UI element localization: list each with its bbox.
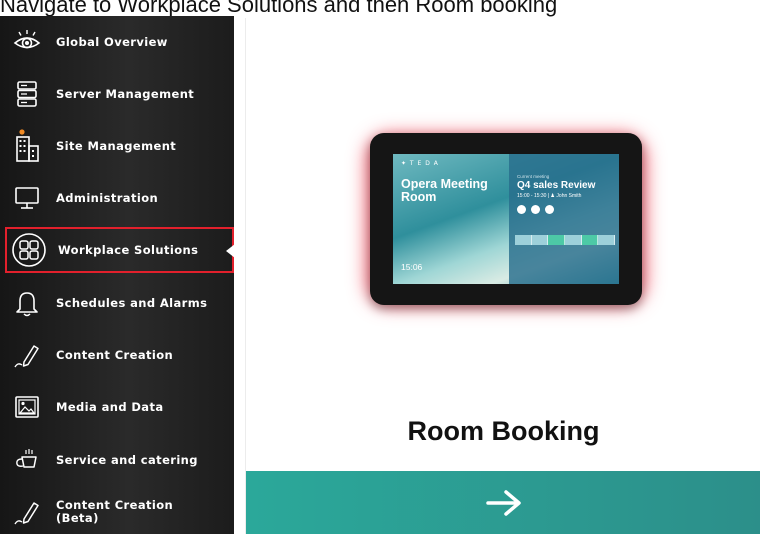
sidebar-item-service-and-catering[interactable]: Service and catering — [0, 437, 234, 483]
tablet-clock: 15:06 — [401, 262, 423, 272]
sidebar-item-content-creation-beta[interactable]: Content Creation (Beta) — [0, 489, 234, 534]
sidebar-item-label: Site Management — [56, 138, 177, 153]
bell-icon — [4, 280, 50, 326]
timeline-segment — [532, 235, 549, 245]
room-booking-tablet-image: ✦ T E D A Opera Meeting Room 15:06 Curre… — [366, 130, 646, 316]
sidebar-item-label: Administration — [56, 190, 159, 205]
sidebar-item-label: Server Management — [56, 86, 195, 101]
eye-icon — [4, 19, 50, 65]
sidebar-item-server-management[interactable]: Server Management — [0, 71, 234, 117]
monitor-icon — [4, 175, 50, 221]
tablet-brand: ✦ T E D A — [401, 160, 439, 167]
sidebar-item-administration[interactable]: Administration — [0, 175, 234, 221]
sidebar-item-label: Media and Data — [56, 399, 164, 414]
grid-icon — [6, 227, 52, 273]
tablet-event-label: Current meeting — [517, 174, 550, 179]
sidebar-item-label: Global Overview — [56, 34, 168, 49]
tablet-event-title: Q4 sales Review — [517, 180, 596, 191]
pen-icon — [4, 489, 50, 534]
tablet-frame: ✦ T E D A Opera Meeting Room 15:06 Curre… — [370, 133, 642, 305]
sidebar-item-media-and-data[interactable]: Media and Data — [0, 384, 234, 430]
sidebar-item-schedules-and-alarms[interactable]: Schedules and Alarms — [0, 280, 234, 326]
room-booking-open-button[interactable] — [246, 471, 760, 534]
tablet-action-dot — [531, 205, 540, 214]
tablet-action-buttons — [517, 205, 554, 214]
timeline-segment — [515, 235, 532, 245]
tablet-timeline — [515, 235, 616, 245]
timeline-segment — [548, 235, 566, 245]
timeline-segment — [581, 235, 599, 245]
sidebar: Global Overview Server Management Site M… — [0, 16, 234, 534]
sidebar-item-label: Schedules and Alarms — [56, 295, 208, 310]
sidebar-item-workplace-solutions[interactable]: Workplace Solutions — [5, 227, 234, 273]
arrow-right-icon — [485, 489, 521, 516]
sidebar-item-global-overview[interactable]: Global Overview — [0, 19, 234, 65]
card-title: Room Booking — [407, 416, 600, 446]
sidebar-item-site-management[interactable]: Site Management — [0, 123, 234, 169]
sidebar-item-label: Content Creation — [56, 347, 174, 362]
pen-icon — [4, 332, 50, 378]
building-icon — [4, 123, 50, 169]
active-caret-icon — [226, 244, 234, 258]
tablet-screen: ✦ T E D A Opera Meeting Room 15:06 Curre… — [393, 154, 619, 284]
tablet-action-dot — [545, 205, 554, 214]
sidebar-item-label: Service and catering — [56, 452, 198, 467]
coffee-icon — [4, 437, 50, 483]
sidebar-item-label: Content Creation (Beta) — [56, 498, 174, 525]
sidebar-item-content-creation[interactable]: Content Creation — [0, 332, 234, 378]
timeline-segment — [598, 235, 616, 245]
tablet-room-name: Opera Meeting Room — [401, 177, 488, 204]
room-booking-card[interactable]: ✦ T E D A Opera Meeting Room 15:06 Curre… — [245, 18, 760, 534]
tablet-event-time: 15:00 - 15:30 | ♟ John Smith — [517, 193, 582, 199]
tablet-action-dot — [517, 205, 526, 214]
image-icon — [4, 384, 50, 430]
timeline-segment — [565, 235, 582, 245]
sidebar-item-label: Workplace Solutions — [58, 242, 199, 257]
server-icon — [4, 71, 50, 117]
